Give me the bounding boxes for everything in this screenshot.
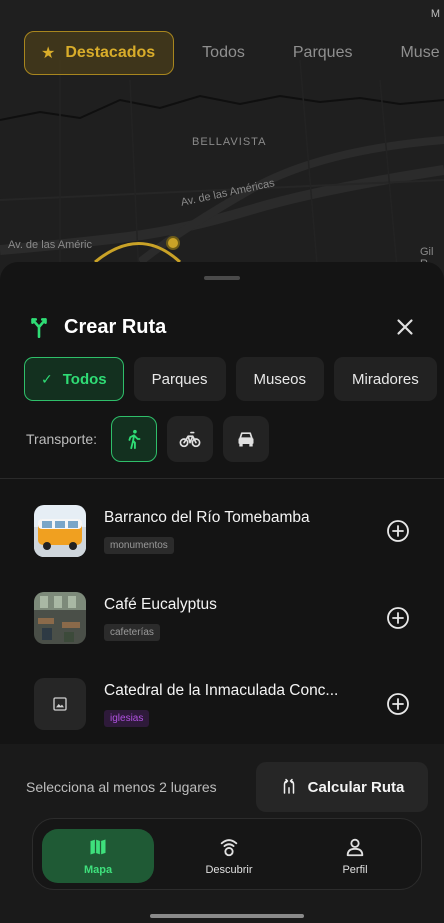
transport-selector: Transporte:	[26, 416, 279, 462]
selection-hint: Selecciona al menos 2 lugares	[26, 779, 217, 795]
divider	[0, 478, 444, 479]
signal-icon	[220, 839, 238, 857]
place-item[interactable]: Café Eucalyptus cafeterías	[34, 592, 424, 644]
add-circle-icon[interactable]	[386, 692, 410, 716]
filter-museos[interactable]: Museos	[235, 357, 325, 401]
place-tag: monumentos	[104, 536, 174, 554]
bottom-nav: Mapa Descubrir Perfil	[32, 818, 422, 890]
map-corner-label: M	[430, 8, 440, 20]
bike-icon	[179, 431, 201, 448]
map-pin[interactable]	[166, 236, 180, 250]
walk-icon	[128, 429, 141, 450]
place-item[interactable]: Barranco del Río Tomebamba monumentos	[34, 505, 424, 557]
sheet-title: Crear Ruta	[64, 315, 167, 338]
place-name: Barranco del Río Tomebamba	[104, 508, 310, 526]
nav-item-perfil[interactable]: Perfil	[299, 829, 411, 883]
nav-item-descubrir[interactable]: Descubrir	[173, 829, 285, 883]
place-info: Catedral de la Inmaculada Conc... iglesi…	[104, 682, 376, 727]
place-tag: iglesias	[104, 709, 150, 727]
nav-label: Descubrir	[205, 864, 253, 876]
chip-parques[interactable]: Parques	[269, 31, 377, 75]
route-icon	[283, 778, 294, 794]
nav-label: Mapa	[83, 864, 113, 876]
sheet-header: Crear Ruta	[26, 312, 422, 342]
sheet-handle[interactable]	[204, 276, 240, 280]
place-info: Barranco del Río Tomebamba monumentos	[104, 509, 376, 554]
check-icon: ✓	[41, 370, 53, 387]
place-thumbnail-placeholder	[34, 678, 86, 730]
filter-parques[interactable]: Parques	[133, 357, 226, 401]
route-split-icon	[31, 318, 47, 339]
place-tag: cafeterías	[104, 623, 160, 641]
star-icon: ★	[41, 45, 56, 62]
filter-miradores[interactable]: Miradores	[334, 357, 437, 401]
home-indicator	[150, 914, 304, 918]
place-name: Café Eucalyptus	[104, 595, 217, 613]
place-thumbnail-van	[34, 505, 86, 557]
place-info: Café Eucalyptus cafeterías	[104, 596, 376, 641]
close-icon[interactable]	[392, 314, 418, 340]
filter-chips: ✓ Todos Parques Museos Miradores	[24, 357, 437, 401]
filter-todos[interactable]: ✓ Todos	[24, 357, 124, 401]
chip-destacados[interactable]: ★ Destacados	[24, 31, 175, 75]
chip-label: Destacados	[65, 44, 156, 61]
place-item[interactable]: Catedral de la Inmaculada Conc... iglesi…	[34, 678, 424, 730]
nav-item-mapa[interactable]: Mapa	[42, 829, 154, 883]
calculate-route-label: Calcular Ruta	[307, 778, 405, 796]
transport-walk-button[interactable]	[111, 416, 158, 462]
chip-museos[interactable]: Muse	[376, 31, 444, 75]
route-sheet: Crear Ruta ✓ Todos Parques Museos Mirado…	[0, 262, 444, 923]
calculate-route-button[interactable]: Calcular Ruta	[256, 762, 428, 812]
transport-car-button[interactable]	[223, 416, 270, 462]
add-circle-icon[interactable]	[386, 606, 410, 630]
filter-label: Todos	[62, 370, 107, 388]
nav-label: Perfil	[342, 864, 368, 876]
map-icon	[90, 839, 106, 855]
car-icon	[238, 432, 254, 447]
map-label-bellavista: BELLAVISTA	[192, 136, 267, 148]
image-icon	[53, 697, 67, 711]
transport-bike-button[interactable]	[167, 416, 214, 462]
map-label-avenue-2: Av. de las Améric	[8, 239, 92, 251]
add-circle-icon[interactable]	[386, 519, 410, 543]
person-icon	[346, 838, 364, 857]
chip-todos[interactable]: Todos	[174, 31, 269, 75]
place-name: Catedral de la Inmaculada Conc...	[104, 681, 339, 699]
map-category-chips: ★ Destacados Todos Parques Muse	[24, 31, 444, 75]
transport-label: Transporte:	[26, 431, 98, 447]
place-thumbnail-cafe	[34, 592, 86, 644]
map-view[interactable]: M BELLAVISTA Av. de las Américas Av. de …	[0, 0, 444, 300]
